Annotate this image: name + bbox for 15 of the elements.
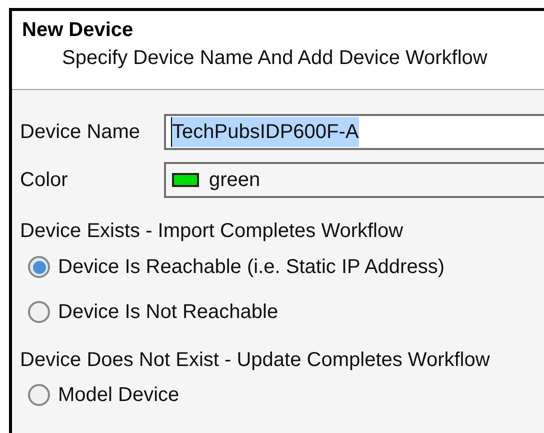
dialog-title: New Device bbox=[22, 18, 134, 43]
section-label: Device Does Not Exist - Update Completes Workflow bbox=[20, 348, 490, 373]
section-label: Device Exists - Import Completes Workflow bbox=[20, 219, 404, 244]
radio-option[interactable]: Device Is Reachable (i.e. Static IP Address) bbox=[28, 253, 444, 281]
radio-option[interactable]: Model Device bbox=[28, 381, 180, 409]
field-label: Color bbox=[20, 168, 69, 193]
field-label: Device Name bbox=[20, 120, 142, 145]
color-value: green bbox=[209, 168, 260, 193]
radio-button[interactable] bbox=[28, 256, 50, 278]
radio-button[interactable] bbox=[28, 384, 50, 406]
dialog-subtitle: Specify Device Name And Add Device Workflow bbox=[62, 46, 488, 71]
radio-option[interactable]: Device Is Not Reachable bbox=[28, 298, 278, 326]
radio-button[interactable] bbox=[28, 301, 50, 323]
input-field[interactable]: TechPubsIDP600F-A bbox=[164, 114, 544, 150]
color-dropdown[interactable]: green bbox=[164, 162, 544, 198]
